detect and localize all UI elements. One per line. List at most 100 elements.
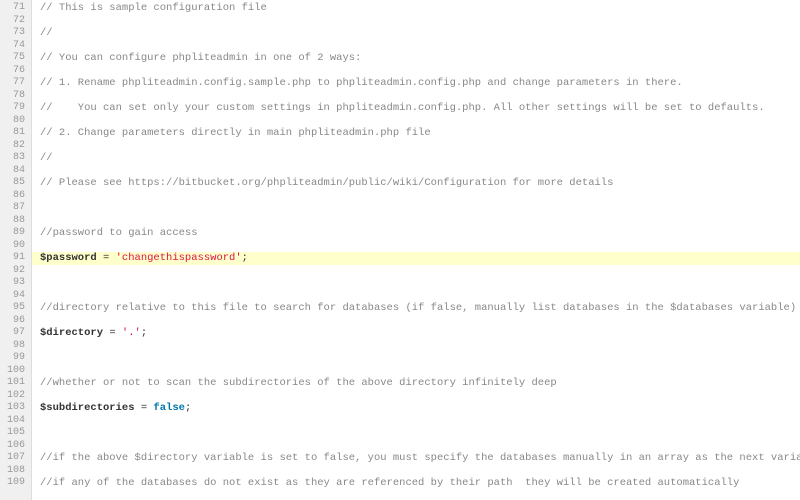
line-number: 95 [0, 302, 31, 315]
line-number: 91 [0, 252, 31, 265]
code-line [40, 165, 800, 178]
line-number: 108 [0, 465, 31, 478]
line-number: 75 [0, 52, 31, 65]
code-line [40, 390, 800, 403]
code-token: = [103, 327, 122, 339]
code-line [40, 415, 800, 428]
code-line [40, 465, 800, 478]
code-token: // You can configure phpliteadmin in one… [40, 52, 361, 64]
line-number: 90 [0, 240, 31, 253]
code-line: $directory = '.'; [40, 327, 800, 340]
line-number: 78 [0, 90, 31, 103]
code-line: //if any of the databases do not exist a… [40, 477, 800, 490]
code-line: // [40, 27, 800, 40]
code-line [40, 352, 800, 365]
code-token: $subdirectories [40, 402, 135, 414]
code-line: // This is sample configuration file [40, 2, 800, 15]
line-number: 88 [0, 215, 31, 228]
code-line: // 2. Change parameters directly in main… [40, 127, 800, 140]
line-number: 100 [0, 365, 31, 378]
code-line [40, 202, 800, 215]
code-token: '.' [122, 327, 141, 339]
code-token: //directory relative to this file to sea… [40, 302, 796, 314]
code-token: ; [141, 327, 147, 339]
line-number: 76 [0, 65, 31, 78]
line-number: 109 [0, 477, 31, 490]
line-number: 80 [0, 115, 31, 128]
line-number: 104 [0, 415, 31, 428]
code-token: //whether or not to scan the subdirector… [40, 377, 557, 389]
line-number: 83 [0, 152, 31, 165]
line-number: 82 [0, 140, 31, 153]
line-number: 86 [0, 190, 31, 203]
code-token: // [40, 152, 53, 164]
line-number: 93 [0, 277, 31, 290]
line-number: 96 [0, 315, 31, 328]
code-token: 'changethispassword' [116, 252, 242, 264]
code-token: // You can set only your custom settings… [40, 102, 765, 114]
line-number: 74 [0, 40, 31, 53]
code-token: ; [242, 252, 248, 264]
code-line [40, 115, 800, 128]
line-number: 106 [0, 440, 31, 453]
code-line: // [40, 152, 800, 165]
code-token: // This is sample configuration file [40, 2, 267, 14]
code-token: //if the above $directory variable is se… [40, 452, 800, 464]
code-token: $directory [40, 327, 103, 339]
code-line [40, 427, 800, 440]
code-line [40, 340, 800, 353]
line-number: 85 [0, 177, 31, 190]
code-token: = [97, 252, 116, 264]
line-number: 98 [0, 340, 31, 353]
line-number-gutter: 7172737475767778798081828384858687888990… [0, 0, 32, 500]
line-number: 103 [0, 402, 31, 415]
code-line [40, 215, 800, 228]
line-number: 77 [0, 77, 31, 90]
code-line: // 1. Rename phpliteadmin.config.sample.… [40, 77, 800, 90]
line-number: 89 [0, 227, 31, 240]
line-number: 99 [0, 352, 31, 365]
line-number: 92 [0, 265, 31, 278]
code-token: $password [40, 252, 97, 264]
code-line: //whether or not to scan the subdirector… [40, 377, 800, 390]
code-line: // Please see https://bitbucket.org/phpl… [40, 177, 800, 190]
line-number: 79 [0, 102, 31, 115]
code-token: = [135, 402, 154, 414]
line-number: 94 [0, 290, 31, 303]
code-line [40, 65, 800, 78]
code-line [40, 315, 800, 328]
line-number: 97 [0, 327, 31, 340]
code-token: // 2. Change parameters directly in main… [40, 127, 431, 139]
code-token: // 1. Rename phpliteadmin.config.sample.… [40, 77, 683, 89]
code-line: //password to gain access [40, 227, 800, 240]
code-line: $password = 'changethispassword'; [32, 252, 800, 265]
code-area: // This is sample configuration file // //… [32, 0, 800, 500]
code-line: // You can configure phpliteadmin in one… [40, 52, 800, 65]
code-line [40, 90, 800, 103]
code-line [40, 40, 800, 53]
line-number: 72 [0, 15, 31, 28]
line-number: 71 [0, 2, 31, 15]
line-number: 107 [0, 452, 31, 465]
code-line [40, 290, 800, 303]
code-line: //if the above $directory variable is se… [40, 452, 800, 465]
line-number: 102 [0, 390, 31, 403]
code-line [40, 265, 800, 278]
code-line [40, 240, 800, 253]
line-number: 87 [0, 202, 31, 215]
code-line [40, 440, 800, 453]
code-token: // Please see https://bitbucket.org/phpl… [40, 177, 613, 189]
code-token: //password to gain access [40, 227, 198, 239]
code-token: ; [185, 402, 191, 414]
code-line [40, 365, 800, 378]
code-line [40, 190, 800, 203]
code-line [40, 140, 800, 153]
code-line [40, 15, 800, 28]
code-token: false [153, 402, 185, 414]
line-number: 81 [0, 127, 31, 140]
code-token: //if any of the databases do not exist a… [40, 477, 739, 489]
line-number: 105 [0, 427, 31, 440]
code-line: $subdirectories = false; [40, 402, 800, 415]
line-number: 84 [0, 165, 31, 178]
code-line: //directory relative to this file to sea… [40, 302, 800, 315]
